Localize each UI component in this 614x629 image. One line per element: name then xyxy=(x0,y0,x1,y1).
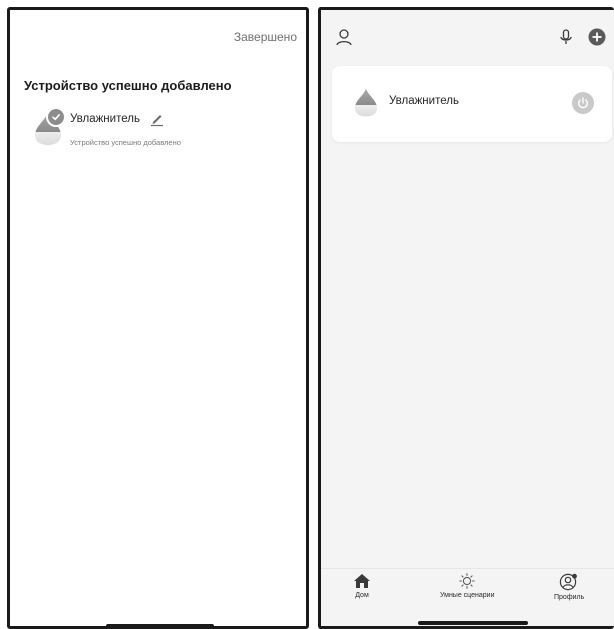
done-button[interactable]: Завершено xyxy=(234,30,297,44)
home-icon xyxy=(354,574,370,588)
power-button[interactable] xyxy=(572,92,594,114)
sun-icon xyxy=(459,573,475,589)
add-icon[interactable] xyxy=(588,28,606,46)
home-indicator xyxy=(106,624,214,626)
tab-label: Дом xyxy=(355,592,369,599)
right-phone-screen: Увлажнитель Дом Умные сценарии Профиль xyxy=(318,7,614,629)
device-name: Увлажнитель xyxy=(70,113,140,125)
tab-smart-scenarios[interactable]: Умные сценарии xyxy=(440,573,494,599)
tab-profile[interactable]: Профиль xyxy=(554,573,584,601)
pencil-icon[interactable] xyxy=(149,111,165,127)
device-card-name: Увлажнитель xyxy=(389,95,459,107)
check-icon xyxy=(46,107,66,127)
left-phone-screen: Завершено Устройство успешно добавлено У… xyxy=(7,7,309,629)
bottom-tab-bar: Дом Умные сценарии Профиль xyxy=(321,568,614,626)
tab-home[interactable]: Дом xyxy=(353,573,371,599)
profile-icon[interactable] xyxy=(335,28,353,46)
microphone-icon[interactable] xyxy=(557,28,575,46)
humidifier-icon xyxy=(354,88,378,117)
home-indicator xyxy=(418,621,528,625)
success-title: Устройство успешно добавлено xyxy=(24,78,232,93)
profile-icon xyxy=(559,573,578,591)
tab-label: Профиль xyxy=(554,594,585,601)
tab-label: Умные сценарии xyxy=(440,592,495,599)
power-icon xyxy=(578,97,588,109)
device-card[interactable]: Увлажнитель xyxy=(332,66,612,142)
device-status-text: Устройство успешно добавлено xyxy=(70,138,181,147)
